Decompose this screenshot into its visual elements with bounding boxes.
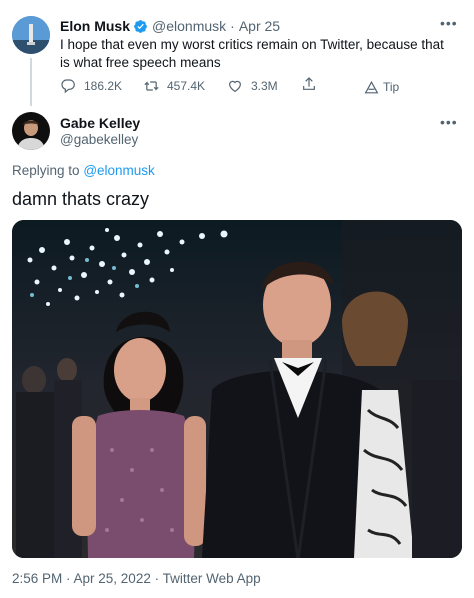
gabe-avatar[interactable] bbox=[12, 112, 50, 150]
gabe-display-name[interactable]: Gabe Kelley bbox=[60, 115, 140, 131]
replying-to-prefix: Replying to bbox=[12, 163, 80, 178]
tweet-media-photo[interactable] bbox=[12, 220, 462, 558]
reply-tweet-text: damn thats crazy bbox=[12, 189, 150, 209]
elon-display-name[interactable]: Elon Musk bbox=[60, 18, 130, 34]
tip-label: Tip bbox=[383, 80, 400, 94]
replying-to-line: Replying to @elonmusk bbox=[12, 163, 155, 178]
elon-handle[interactable]: @elonmusk bbox=[152, 18, 226, 34]
elon-avatar[interactable] bbox=[12, 16, 50, 54]
like-icon[interactable] bbox=[227, 78, 243, 94]
tip-button[interactable]: Tip bbox=[364, 80, 399, 94]
elon-tweet-date[interactable]: Apr 25 bbox=[239, 18, 280, 34]
tip-icon bbox=[364, 80, 379, 94]
header-separator: · bbox=[230, 18, 235, 34]
more-icon[interactable]: ••• bbox=[440, 16, 458, 30]
more-icon[interactable]: ••• bbox=[440, 115, 458, 129]
thread-connector-line bbox=[30, 58, 32, 106]
retweet-icon[interactable] bbox=[143, 78, 160, 94]
share-icon[interactable] bbox=[301, 76, 317, 92]
verified-icon bbox=[133, 19, 148, 34]
elon-header: Elon Musk @elonmusk · Apr 25 bbox=[60, 17, 280, 35]
reply-icon[interactable] bbox=[60, 78, 76, 94]
replying-to-handle[interactable]: @elonmusk bbox=[83, 163, 154, 178]
elon-tweet-text: I hope that even my worst critics remain… bbox=[60, 37, 444, 70]
reply-timestamp[interactable]: 2:56 PM · Apr 25, 2022 · Twitter Web App bbox=[12, 571, 261, 586]
retweet-count: 457.4K bbox=[167, 79, 206, 93]
reply-count: 186.2K bbox=[84, 79, 123, 93]
like-count: 3.3M bbox=[251, 79, 278, 93]
gabe-handle[interactable]: @gabekelley bbox=[60, 132, 138, 147]
